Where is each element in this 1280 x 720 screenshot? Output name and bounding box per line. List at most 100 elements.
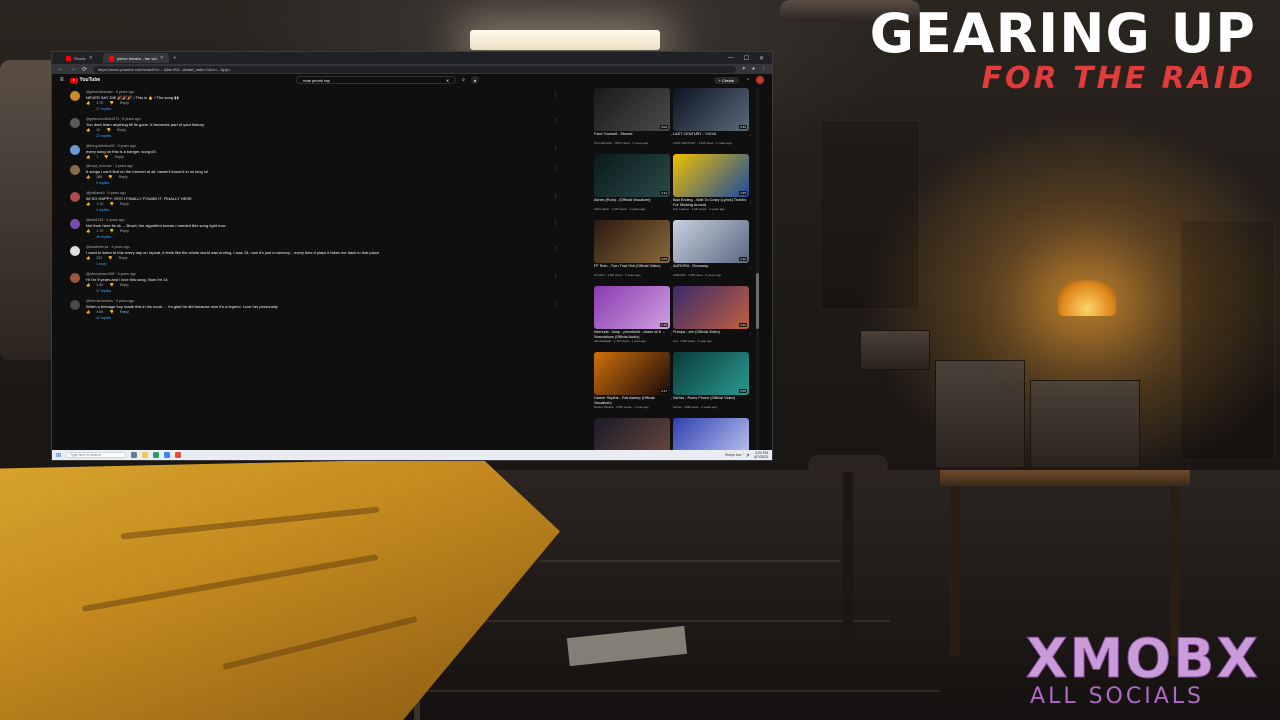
video-menu-icon[interactable]: ⋮ xyxy=(748,199,752,204)
recommended-video[interactable]: 3:35 Bad Ending - Wait To Crazy (Lyrics) … xyxy=(673,154,752,220)
extensions-icon[interactable]: ✦ xyxy=(742,66,746,72)
commenter-avatar[interactable] xyxy=(70,192,80,202)
video-thumbnail[interactable]: 3:05 xyxy=(673,352,749,395)
app-icon[interactable] xyxy=(175,452,182,458)
commenter-avatar[interactable] xyxy=(70,300,80,310)
video-thumbnail[interactable]: 4:12 xyxy=(594,154,670,197)
comment-menu-icon[interactable]: ⋮ xyxy=(553,274,558,280)
recommended-video[interactable]: 3:22 Pumpa - ziel (Official Video) ziel · … xyxy=(673,286,752,352)
commenter-avatar[interactable] xyxy=(70,145,80,155)
video-title[interactable]: Face Yourself - Stoned xyxy=(594,132,670,141)
reply-button[interactable]: Reply xyxy=(120,228,129,234)
view-replies-button[interactable]: 17 replies xyxy=(96,106,582,113)
reply-button[interactable]: Reply xyxy=(119,174,128,180)
recommended-video[interactable]: 3:17 Darker Skyline - Fall Asleep (Offici… xyxy=(594,352,673,418)
view-replies-button[interactable]: 4 replies xyxy=(96,207,582,214)
video-title[interactable]: FF Ruin - Turn That Shit (Official Video… xyxy=(594,264,670,273)
comment-menu-icon[interactable]: ⋮ xyxy=(553,247,558,253)
like-icon[interactable]: 👍 xyxy=(86,255,90,261)
video-title[interactable]: AURORA - Runaway xyxy=(673,264,749,273)
file-explorer-icon[interactable] xyxy=(142,452,149,458)
recommended-video[interactable]: 3:02 Face Yourself - Stoned Tour Records ·… xyxy=(594,88,673,154)
comment-menu-icon[interactable]: ⋮ xyxy=(553,193,558,199)
recommended-video[interactable] xyxy=(673,418,749,450)
video-thumbnail[interactable]: 4:10 xyxy=(673,220,749,263)
recommended-video[interactable]: 4:12 Ashes (Ruin) - [Official Visualizer]… xyxy=(594,154,673,220)
view-replies-button[interactable]: 37 replies xyxy=(96,288,582,295)
browser-icon[interactable] xyxy=(164,452,171,458)
dislike-icon[interactable]: 👎 xyxy=(108,255,112,261)
tab-shorts[interactable]: Shorts ✕ xyxy=(60,53,99,63)
start-button[interactable]: ⊞ xyxy=(56,452,61,459)
video-thumbnail[interactable]: 3:35 xyxy=(673,154,749,197)
view-replies-button[interactable]: 22 replies xyxy=(96,133,582,140)
video-thumbnail[interactable]: 3:40 xyxy=(673,88,749,131)
new-tab-button[interactable]: + xyxy=(173,55,177,62)
recommended-video[interactable]: 2:48 Interlude: Jump - phonkshit - chase … xyxy=(594,286,673,352)
search-icon[interactable]: ⌕ xyxy=(462,77,465,83)
like-icon[interactable]: 👍 xyxy=(86,174,90,180)
maximize-button[interactable]: ☐ xyxy=(744,55,749,62)
menu-icon[interactable]: ≡ xyxy=(60,77,64,83)
reply-button[interactable]: Reply xyxy=(117,127,126,133)
mic-icon[interactable]: ● xyxy=(470,76,479,84)
bell-icon[interactable]: ◔ xyxy=(746,77,749,83)
recommended-video[interactable]: 4:10 AURORA - Runaway AURORA · 1.5B views … xyxy=(673,220,752,286)
video-thumbnail[interactable] xyxy=(673,418,749,450)
recommended-video[interactable]: 3:05 NaYas - Ruins Phone (Official Video)… xyxy=(673,352,752,418)
view-replies-button[interactable]: 42 replies xyxy=(96,315,582,322)
dislike-icon[interactable]: 👎 xyxy=(104,154,108,160)
reply-button[interactable]: Reply xyxy=(120,100,129,106)
like-icon[interactable]: 👍 xyxy=(86,309,90,315)
tab-active-video[interactable]: pierce theatre - fan vid ✕ xyxy=(102,53,169,63)
account-avatar[interactable] xyxy=(756,76,764,84)
reply-button[interactable]: Reply xyxy=(119,255,128,261)
video-title[interactable]: Interlude: Jump - phonkshit - chase at f… xyxy=(594,330,670,339)
taskbar-search[interactable]: Type here to search xyxy=(66,452,127,458)
commenter-avatar[interactable] xyxy=(70,165,80,175)
video-thumbnail[interactable]: 3:02 xyxy=(594,88,670,131)
commenter-avatar[interactable] xyxy=(70,246,80,256)
video-thumbnail[interactable]: 2:48 xyxy=(594,286,670,329)
video-thumbnail[interactable]: 3:22 xyxy=(673,286,749,329)
video-title[interactable]: Pumpa - ziel (Official Video) xyxy=(673,330,749,339)
comment-menu-icon[interactable]: ⋮ xyxy=(553,220,558,226)
view-replies-button[interactable]: 46 replies xyxy=(96,234,582,241)
clock[interactable]: 4:24 PM 8/7/2023 xyxy=(754,451,768,459)
reply-button[interactable]: Reply xyxy=(120,309,129,315)
video-menu-icon[interactable]: ⋮ xyxy=(748,331,752,336)
scrollbar-thumb[interactable] xyxy=(756,273,759,329)
video-thumbnail[interactable] xyxy=(594,418,670,450)
like-icon[interactable]: 👍 xyxy=(86,282,90,288)
reload-button[interactable]: ⟳ xyxy=(82,66,87,73)
profile-icon[interactable]: ● xyxy=(752,66,755,72)
close-window-button[interactable]: ✕ xyxy=(759,55,764,62)
video-menu-icon[interactable]: ⋮ xyxy=(748,397,752,402)
reply-button[interactable]: Reply xyxy=(115,154,124,160)
comment-menu-icon[interactable]: ⋮ xyxy=(553,119,558,125)
dislike-icon[interactable]: 👎 xyxy=(110,201,114,207)
video-thumbnail[interactable]: 3:17 xyxy=(594,352,670,395)
app-icon[interactable] xyxy=(153,452,160,458)
close-tab-icon[interactable]: ✕ xyxy=(89,55,93,61)
scrollbar[interactable] xyxy=(756,88,759,450)
clear-search-icon[interactable]: ✕ xyxy=(446,78,449,83)
like-icon[interactable]: 👍 xyxy=(86,100,90,106)
commenter-avatar[interactable] xyxy=(70,219,80,229)
commenter-avatar[interactable] xyxy=(70,273,80,283)
task-view-icon[interactable] xyxy=(131,452,138,458)
video-title[interactable]: NaYas - Ruins Phone (Official Video) xyxy=(673,396,749,405)
reply-button[interactable]: Reply xyxy=(120,201,129,207)
minimize-button[interactable]: — xyxy=(728,55,734,62)
like-icon[interactable]: 👍 xyxy=(86,154,90,160)
video-title[interactable]: Bad Ending - Wait To Crazy (Lyrics) Than… xyxy=(673,198,749,207)
comment-menu-icon[interactable]: ⋮ xyxy=(553,301,558,307)
reply-button[interactable]: Reply xyxy=(120,282,129,288)
video-menu-icon[interactable]: ⋮ xyxy=(748,133,752,138)
back-button[interactable]: ← xyxy=(58,66,64,72)
recommended-video[interactable]: 3:40 LAST CENTURY - VIXXA LAST CENTURY · 1… xyxy=(673,88,752,154)
search-input[interactable]: mae phonk rap ✕ xyxy=(296,76,457,84)
browser-menu-icon[interactable]: ⋮ xyxy=(761,66,766,72)
recommended-video[interactable] xyxy=(594,418,670,450)
close-tab-icon[interactable]: ✕ xyxy=(160,55,164,61)
